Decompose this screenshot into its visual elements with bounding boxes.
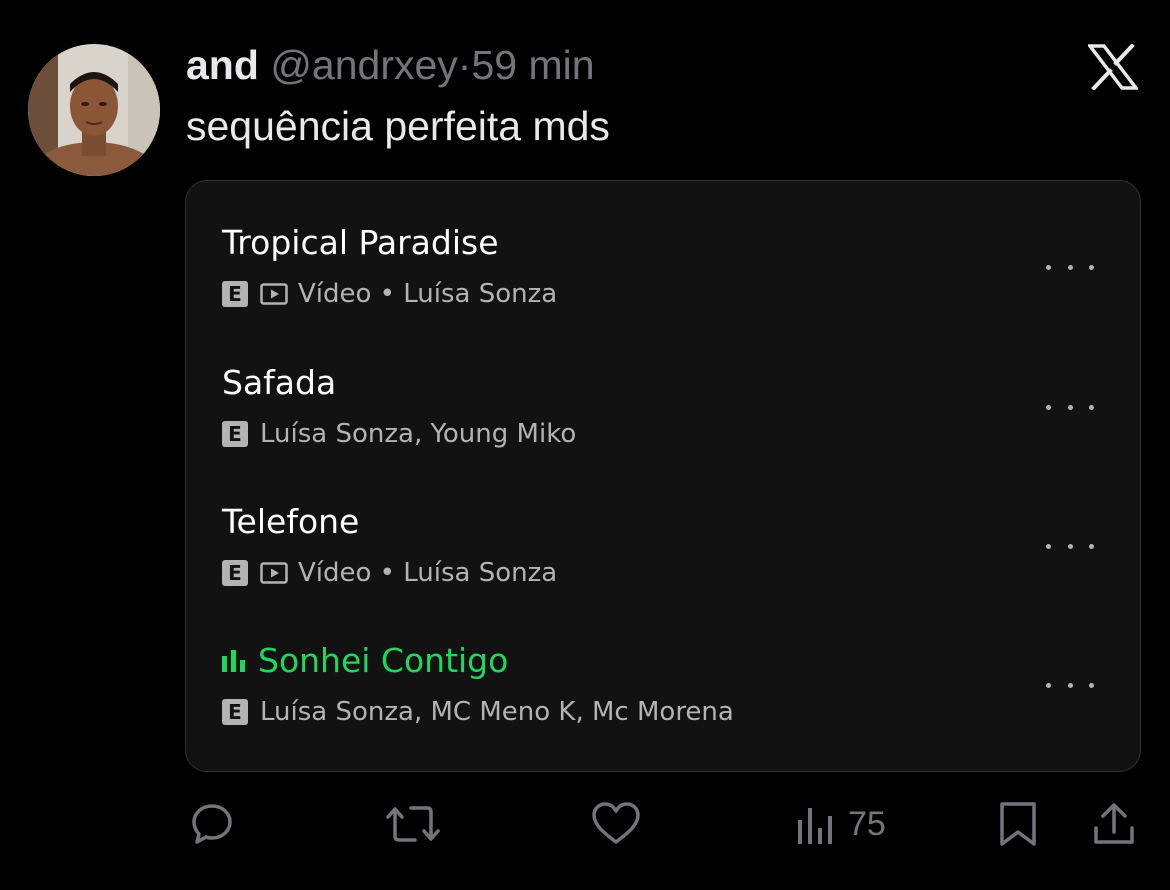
dot — [1089, 404, 1094, 410]
heart-icon — [590, 800, 642, 848]
views-icon — [796, 800, 836, 848]
share-icon — [1092, 800, 1136, 848]
track-meta: E Vídeo • Luísa Sonza — [222, 558, 1122, 588]
header-separator: · — [457, 42, 472, 88]
track-row-playing[interactable]: Sonhei Contigo E Luísa Sonza, MC Meno K,… — [222, 641, 1122, 727]
video-icon — [260, 561, 288, 585]
dot — [1046, 682, 1051, 688]
dot — [1046, 543, 1051, 549]
dot — [1067, 543, 1073, 549]
dot — [1067, 682, 1073, 688]
dot — [1067, 264, 1073, 270]
dot — [1067, 404, 1073, 410]
track-title-text: Sonhei Contigo — [258, 641, 509, 680]
bookmark-icon — [996, 800, 1040, 848]
track-row[interactable]: Telefone E Vídeo • Luísa Sonza — [222, 502, 1122, 588]
more-options-button[interactable] — [1046, 673, 1094, 697]
tweet-action-bar: 75 — [0, 800, 1170, 848]
avatar[interactable] — [28, 44, 160, 176]
tweet-header: and @andrxey·59 min — [186, 40, 595, 90]
retweet-icon — [385, 800, 441, 848]
track-meta-text: Vídeo • Luísa Sonza — [298, 279, 558, 309]
share-button[interactable] — [1092, 800, 1136, 848]
x-logo-icon — [1086, 43, 1140, 91]
more-options-button[interactable] — [1046, 395, 1094, 419]
video-icon — [260, 282, 288, 306]
track-title: Safada — [222, 363, 337, 402]
reply-button[interactable] — [188, 800, 236, 848]
track-meta: E Vídeo • Luísa Sonza — [222, 279, 1122, 309]
track-title: Tropical Paradise — [222, 223, 499, 262]
tweet-timestamp[interactable]: 59 min — [471, 42, 594, 88]
track-row[interactable]: Safada E Luísa Sonza, Young Miko — [222, 363, 1122, 449]
explicit-badge: E — [222, 699, 248, 725]
track-row[interactable]: Tropical Paradise E Vídeo • Luísa Sonza — [222, 223, 1122, 309]
more-options-button[interactable] — [1046, 255, 1094, 279]
track-title: Telefone — [222, 502, 360, 541]
explicit-badge: E — [222, 281, 248, 307]
display-name[interactable]: and — [186, 42, 259, 88]
track-title: Sonhei Contigo — [222, 641, 1122, 681]
equalizer-icon — [222, 650, 248, 672]
track-meta: E Luísa Sonza, Young Miko — [222, 419, 1122, 449]
track-meta-text: Luísa Sonza, Young Miko — [260, 419, 577, 449]
dot — [1089, 682, 1094, 688]
explicit-badge: E — [222, 560, 248, 586]
dot — [1046, 404, 1051, 410]
track-meta-text: Luísa Sonza, MC Meno K, Mc Morena — [260, 697, 734, 727]
more-options-button[interactable] — [1046, 534, 1094, 558]
retweet-button[interactable] — [385, 800, 441, 848]
user-handle[interactable]: @andrxey — [270, 42, 457, 88]
dot — [1089, 543, 1094, 549]
explicit-badge: E — [222, 421, 248, 447]
like-button[interactable] — [590, 800, 642, 848]
bookmark-button[interactable] — [996, 800, 1040, 848]
dot — [1046, 264, 1051, 270]
views-count: 75 — [848, 804, 886, 843]
tracklist-card: Tropical Paradise E Vídeo • Luísa Sonza … — [185, 180, 1141, 772]
tweet-text: sequência perfeita mds — [186, 103, 610, 149]
dot — [1089, 264, 1094, 270]
track-meta-text: Vídeo • Luísa Sonza — [298, 558, 558, 588]
reply-icon — [188, 800, 236, 848]
track-meta: E Luísa Sonza, MC Meno K, Mc Morena — [222, 697, 1122, 727]
views-button[interactable]: 75 — [796, 800, 886, 848]
